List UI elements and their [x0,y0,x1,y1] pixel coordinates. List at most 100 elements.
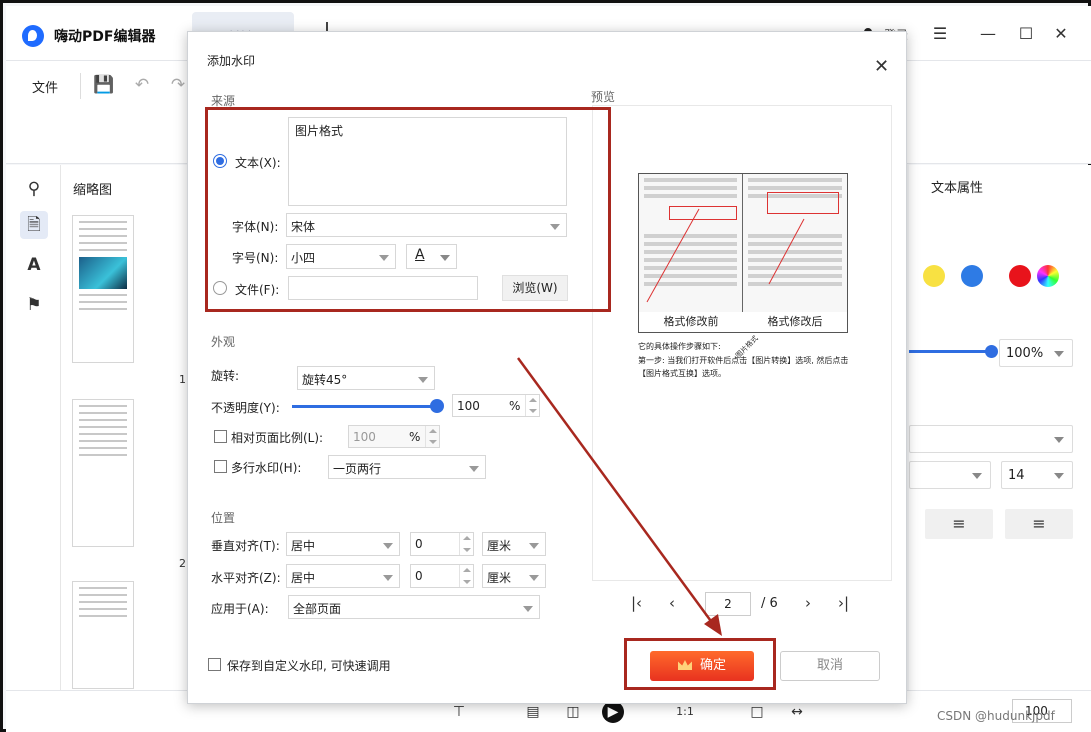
cancel-button[interactable]: 取消 [780,651,880,681]
horizontal-offset-value: 0 [415,569,423,583]
opacity-field[interactable]: 100% [999,339,1073,367]
font-select[interactable]: 宋体 [286,213,567,237]
vertical-offset-input[interactable]: 0 [410,532,474,556]
color-swatch-blue[interactable] [961,265,983,287]
horizontal-offset-input[interactable]: 0 [410,564,474,588]
close-icon[interactable]: ✕ [1049,22,1073,46]
vertical-align-value: 居中 [291,539,316,553]
color-swatch-red[interactable] [1009,265,1031,287]
text-icon[interactable]: A [20,251,48,279]
opacity-slider-handle[interactable] [430,399,444,413]
apply-to-select[interactable]: 全部页面 [288,595,540,619]
browse-button[interactable]: 浏览(W) [502,275,568,301]
two-page-icon[interactable]: ◫ [562,701,584,723]
bookmark-icon[interactable]: ⚑ [20,291,48,319]
font-size-select[interactable]: 14 [1001,461,1073,489]
horizontal-align-select[interactable]: 居中 [286,564,400,588]
apply-to-value: 全部页面 [293,602,342,616]
opacity-stepper[interactable] [525,395,539,416]
menu-icon[interactable]: ☰ [928,22,952,46]
file-path-input[interactable] [288,276,478,300]
multiline-select[interactable]: 一页两行 [328,455,486,479]
dialog-close-icon[interactable]: ✕ [874,58,889,76]
left-rail: ⚲ 🗎 A ⚑ [6,165,61,690]
horizontal-unit-select[interactable]: 厘米 [482,564,546,588]
minimize-icon[interactable]: — [976,22,1000,46]
vertical-align-label: 垂直对齐(T): [211,539,280,553]
relative-scale-value: 100 [353,430,376,444]
next-page-button[interactable]: › [805,594,811,612]
search-icon[interactable]: ⚲ [20,175,48,203]
font-select-value: 宋体 [291,220,316,234]
page-thumbnail[interactable] [72,215,134,363]
font-style-select[interactable] [909,461,991,489]
preview-page-image: 格式修改前 格式修改后 [638,173,848,333]
opacity-input[interactable]: 100% [452,394,540,417]
size-select[interactable]: 小四 [286,244,396,269]
vertical-align-select[interactable]: 居中 [286,532,400,556]
preview-arrows [646,208,805,303]
multiline-label: 多行水印(H): [231,461,302,475]
last-page-button[interactable]: ›| [838,594,849,612]
app-title: 嗨动PDF编辑器 [54,29,156,45]
fit-page-icon[interactable]: □ [746,701,768,723]
appearance-section-label: 外观 [211,335,236,349]
thumbnail-icon[interactable]: 🗎 [20,211,48,239]
relative-scale-stepper[interactable] [425,426,439,447]
horizontal-offset-stepper[interactable] [459,565,473,587]
rotation-select-value: 旋转45° [302,373,348,387]
undo-icon[interactable]: ↶ [130,73,154,97]
text-source-radio[interactable] [213,154,227,168]
multiline-select-value: 一页两行 [333,462,382,476]
play-icon[interactable]: ▶ [602,701,624,723]
single-page-icon[interactable]: ▤ [522,701,544,723]
vertical-offset-value: 0 [415,537,423,551]
file-menu[interactable]: 文件 [32,77,58,96]
color-swatch-yellow[interactable] [923,265,945,287]
opacity-unit: % [509,399,521,413]
font-label: 字体(N): [232,220,279,234]
multiline-checkbox[interactable] [214,460,227,473]
maximize-icon[interactable]: ☐ [1014,22,1038,46]
save-custom-checkbox[interactable] [208,658,221,671]
add-watermark-dialog: 添加水印 ✕ 来源 文本(X): 图片格式 字体(N): 宋体 字号(N): 小… [187,31,907,704]
file-source-radio[interactable] [213,281,227,295]
page-thumbnail[interactable] [72,399,134,547]
fit-width-icon[interactable]: ↔ [786,701,808,723]
opacity-label: 不透明度(Y): [211,401,280,415]
align-right-button[interactable]: ≡ [1005,509,1073,539]
thumbnail-panel-title: 缩略图 [73,183,113,198]
rotation-select[interactable]: 旋转45° [297,366,435,390]
vertical-unit-select[interactable]: 厘米 [482,532,546,556]
save-icon[interactable]: 💾 [92,73,116,97]
crown-icon [677,660,692,670]
font-color-button[interactable]: A [406,244,457,269]
page-number-label: 1 [179,373,186,386]
color-picker-icon[interactable] [1037,265,1059,287]
file-source-label: 文件(F): [235,283,280,297]
rotation-label: 旋转: [211,369,240,383]
ok-button[interactable]: 确定 [650,651,754,681]
page-thumbnail[interactable] [72,581,134,689]
font-select[interactable] [909,425,1073,453]
text-properties-panel: 文本属性 100% 14 ≡ ≡ [909,165,1091,690]
actual-size-icon[interactable]: 1:1 [674,701,696,723]
vertical-unit-value: 厘米 [487,539,512,553]
align-center-button[interactable]: ≡ [925,509,993,539]
toolbar-divider [80,73,81,99]
relative-scale-checkbox[interactable] [214,430,227,443]
watermark-text-input[interactable]: 图片格式 [288,117,567,206]
font-color-glyph: A [415,247,425,263]
opacity-slider-track [909,350,989,353]
first-page-icon[interactable]: ⊤ [448,701,470,723]
vertical-offset-stepper[interactable] [459,533,473,555]
prev-page-button[interactable]: ‹ [669,594,675,612]
opacity-slider-handle[interactable] [985,345,998,358]
relative-scale-input[interactable]: 100% [348,425,440,448]
preview-label: 预览 [591,90,616,104]
credit-watermark: CSDN @hudunkjpdf [937,709,1055,723]
relative-scale-unit: % [409,430,421,444]
first-page-button[interactable]: |‹ [631,594,642,612]
page-number-input[interactable]: 2 [705,592,751,616]
horizontal-align-value: 居中 [291,571,316,585]
